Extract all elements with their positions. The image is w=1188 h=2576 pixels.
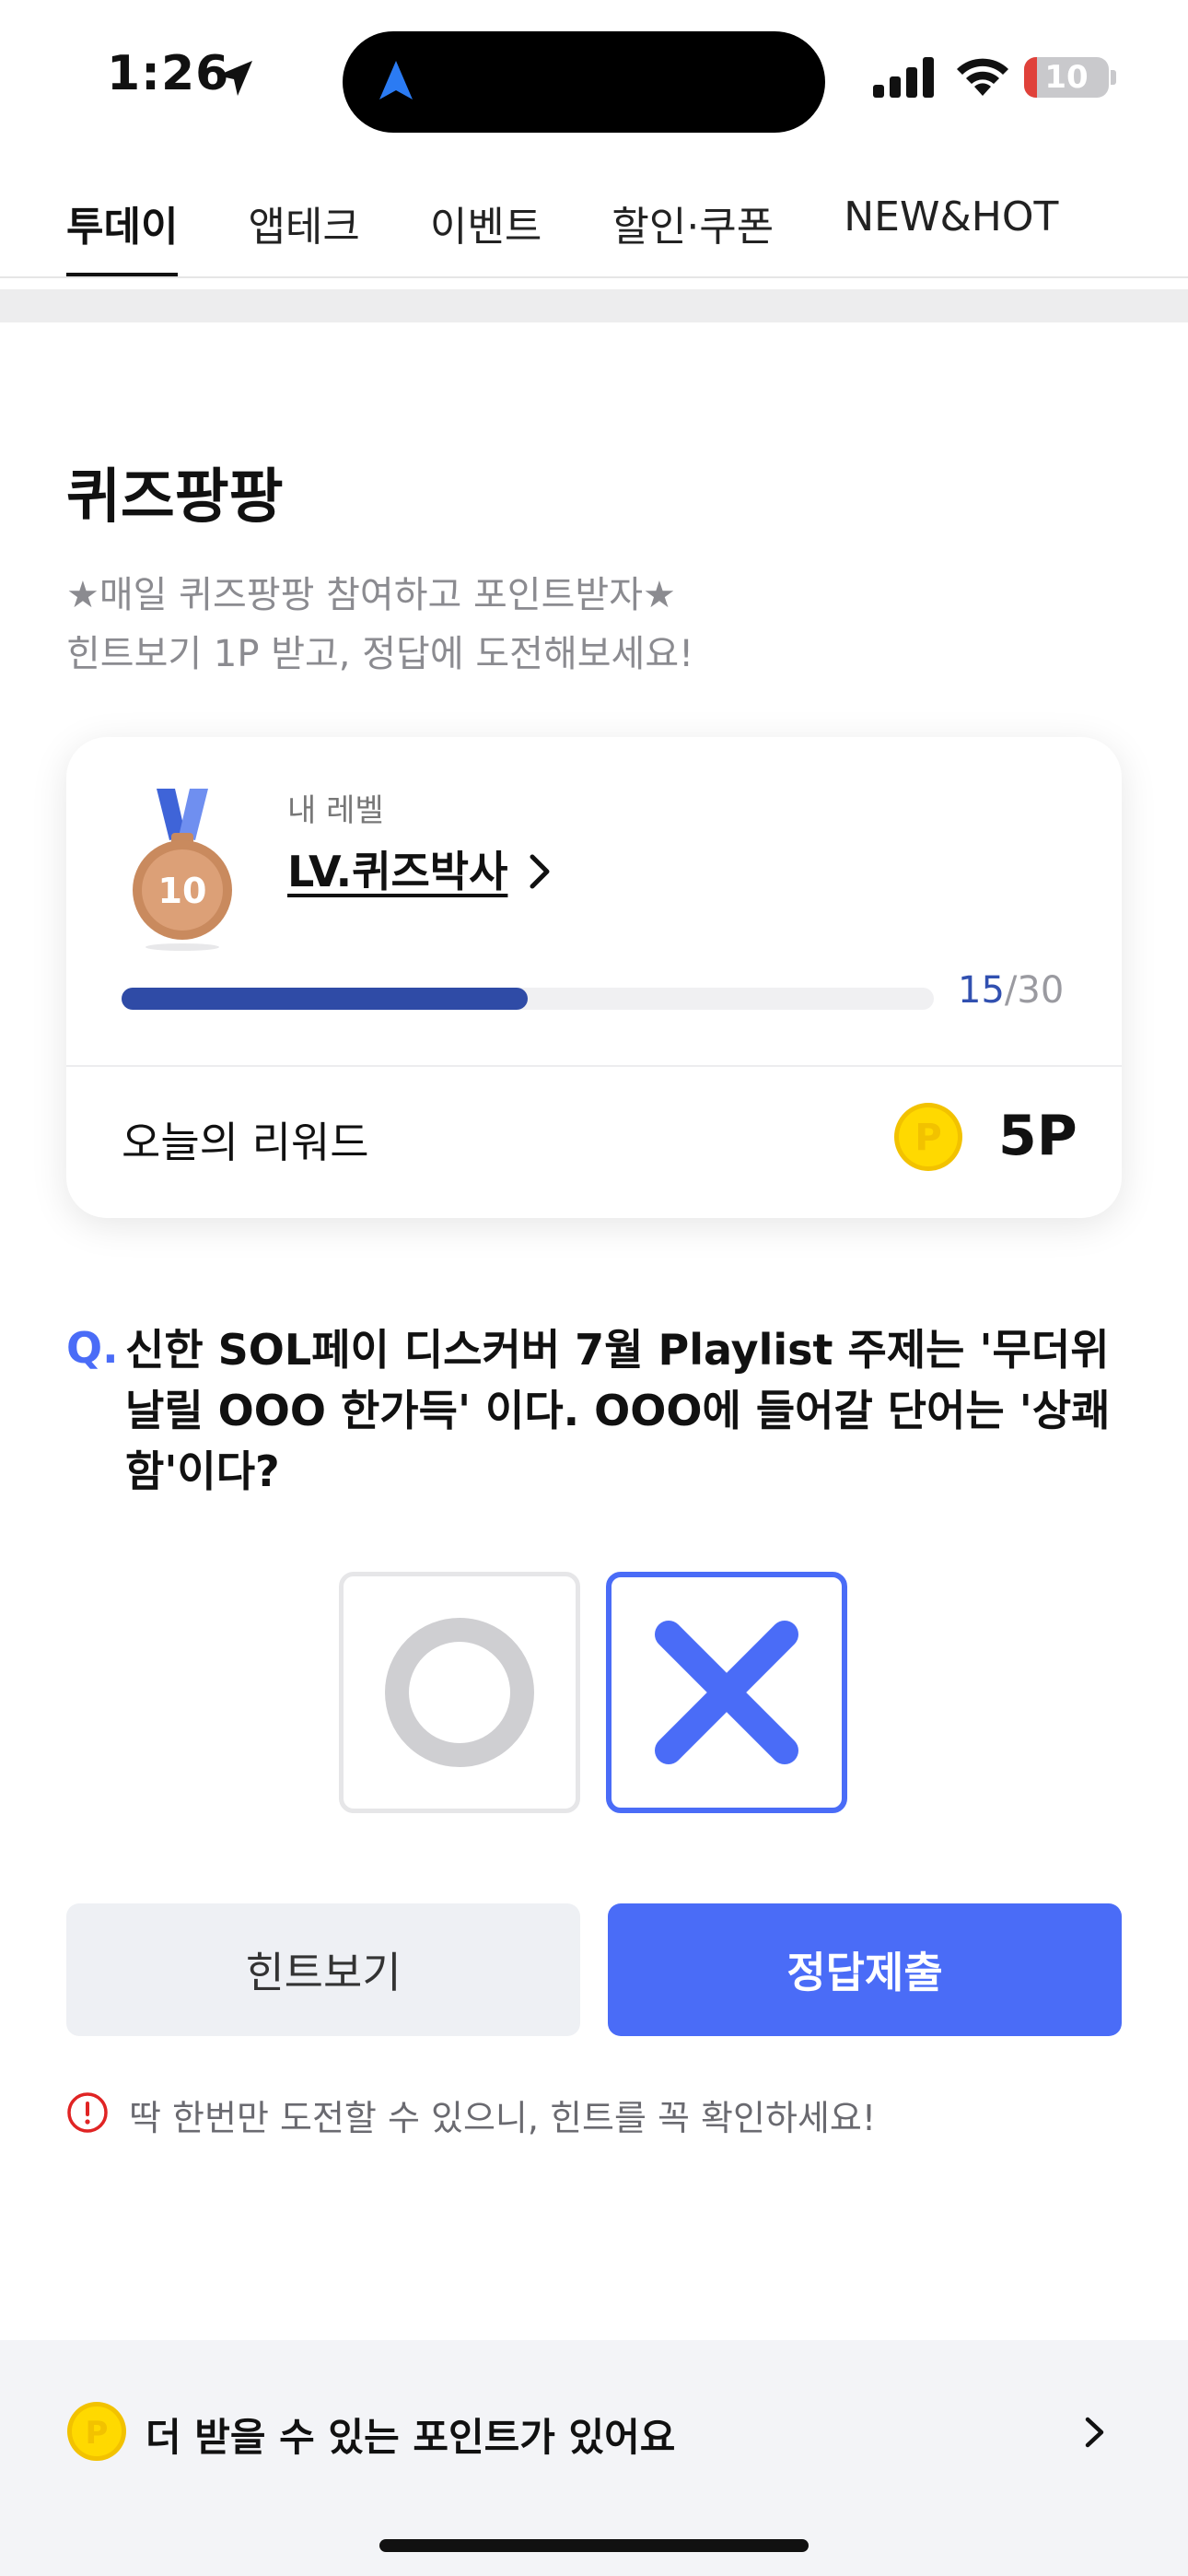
battery-icon: 10 [1024, 57, 1109, 98]
level-progress-text: 15/30 [958, 969, 1064, 1012]
status-time: 1:26 [107, 46, 230, 101]
cellular-signal-icon [873, 57, 934, 98]
bronze-medal-icon: 10 [133, 789, 232, 951]
quiz-subtitle: ★매일 퀴즈팡팡 참여하고 포인트받자★ 힌트보기 1P 받고, 정답에 도전해… [66, 566, 693, 684]
answer-x-button[interactable] [606, 1572, 847, 1813]
reward-label: 오늘의 리워드 [122, 1118, 369, 1167]
question-prefix: Q. [66, 1323, 119, 1373]
quiz-subtitle-line2: 힌트보기 1P 받고, 정답에 도전해보세요! [66, 633, 694, 675]
level-name-link[interactable]: LV.퀴즈박사 [287, 838, 507, 899]
level-progress-fill [122, 988, 528, 1010]
quiz-title: 퀴즈팡팡 [66, 463, 284, 532]
warning-text: 딱 한번만 도전할 수 있으니, 힌트를 꼭 확인하세요! [129, 2098, 877, 2138]
circle-o-icon [385, 1618, 534, 1767]
tab-event[interactable]: 이벤트 [430, 193, 542, 278]
cross-x-icon [655, 1621, 798, 1764]
tab-apptech[interactable]: 앱테크 [248, 193, 359, 278]
battery-nub [1111, 70, 1116, 85]
hint-button[interactable]: 힌트보기 [66, 1903, 580, 2036]
tab-new-hot[interactable]: NEW&HOT [844, 193, 1058, 278]
home-indicator [379, 2539, 809, 2552]
level-progress-bar [122, 988, 934, 1010]
chevron-right-icon[interactable] [527, 853, 553, 890]
answer-o-button[interactable] [339, 1572, 580, 1813]
tab-today[interactable]: 투데이 [66, 193, 179, 278]
location-arrow-icon [217, 61, 252, 96]
progress-current: 15 [958, 969, 1005, 1012]
level-label: 내 레벨 [287, 792, 384, 829]
medal-number: 10 [158, 871, 207, 911]
point-coin-icon: P [894, 1103, 962, 1171]
svg-text:P: P [914, 1117, 941, 1159]
section-separator [0, 289, 1188, 322]
progress-total: /30 [1004, 969, 1065, 1012]
tab-discount-coupon[interactable]: 할인·쿠폰 [611, 193, 774, 278]
quiz-subtitle-line1: ★매일 퀴즈팡팡 참여하고 포인트받자★ [66, 574, 676, 616]
submit-answer-button[interactable]: 정답제출 [608, 1903, 1122, 2036]
navigation-arrow-icon [379, 61, 413, 100]
wifi-icon [957, 58, 1008, 96]
reward-value: 5P [998, 1104, 1077, 1168]
question-text: 신한 SOL페이 디스커버 7월 Playlist 주제는 '무더위 날릴 OO… [125, 1325, 1111, 1496]
point-coin-icon: P [67, 2402, 126, 2461]
more-points-text: 더 받을 수 있는 포인트가 있어요 [146, 2415, 676, 2460]
tab-divider [0, 276, 1188, 278]
chevron-right-icon[interactable] [1083, 2416, 1107, 2449]
top-tab-bar: 투데이 앱테크 이벤트 할인·쿠폰 NEW&HOT [66, 193, 1128, 278]
battery-level: 10 [1044, 59, 1089, 96]
card-divider [66, 1065, 1122, 1067]
svg-text:P: P [86, 2415, 109, 2452]
exclamation-icon [67, 2092, 108, 2133]
